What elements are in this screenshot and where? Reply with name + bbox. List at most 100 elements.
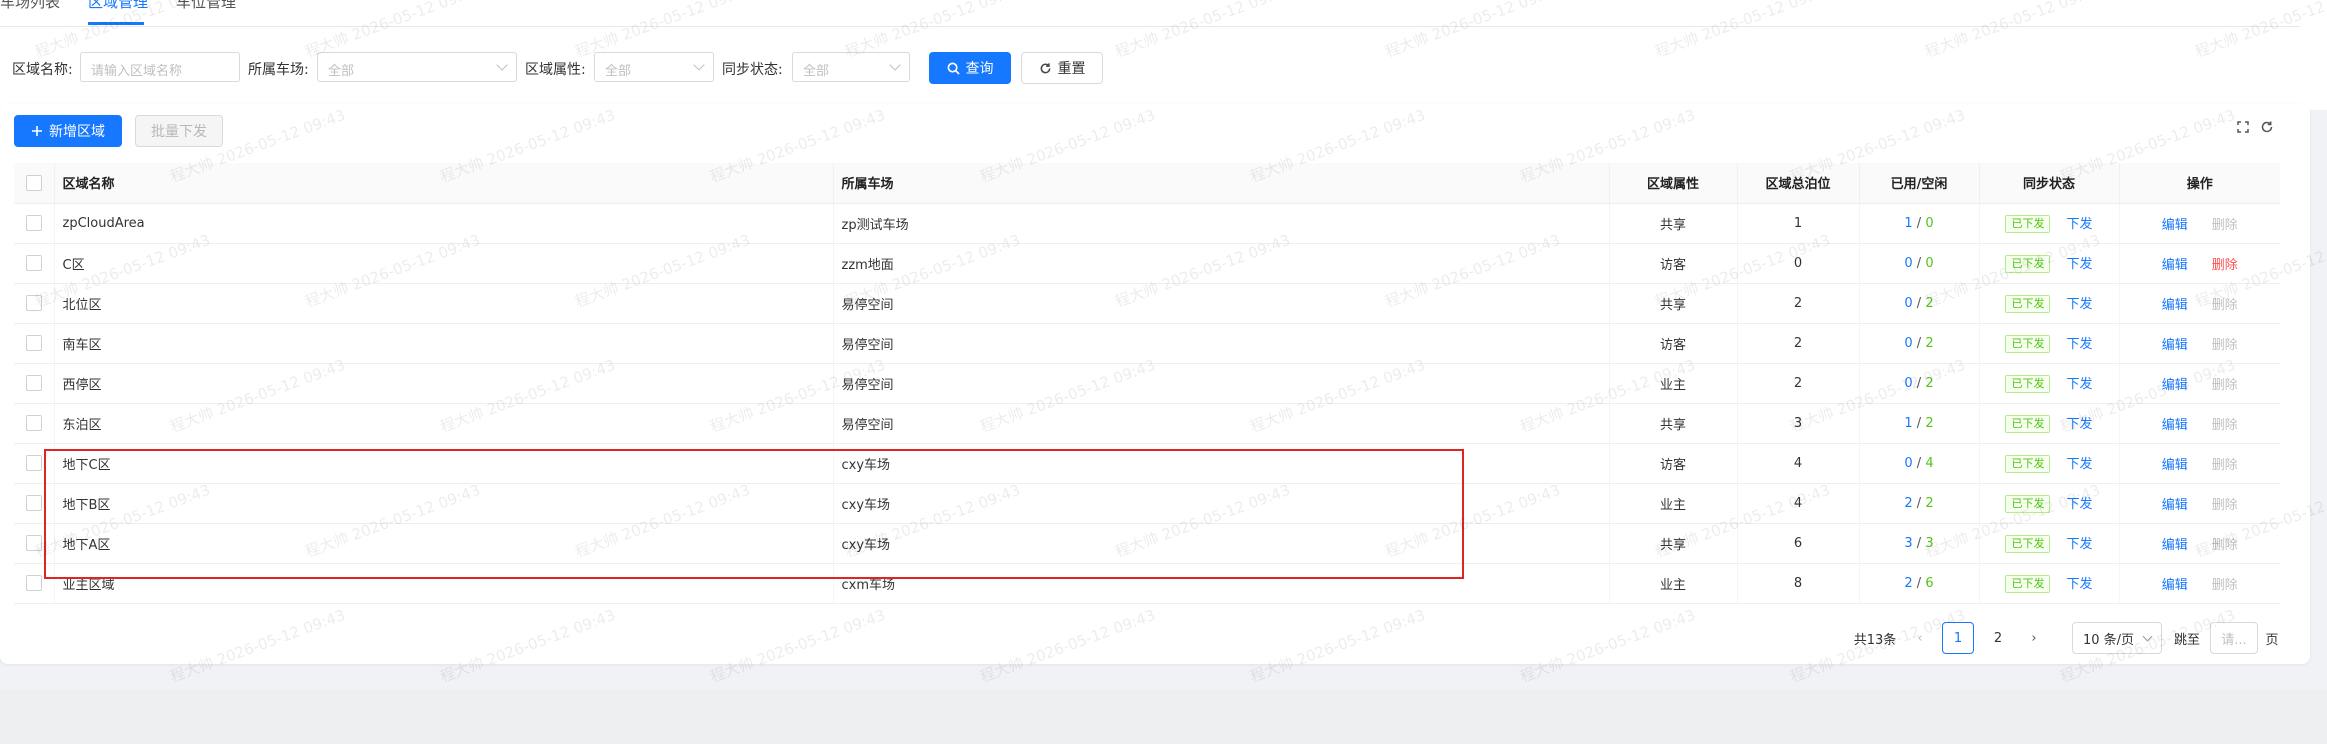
used-free-cell: 0 / 0 [1858,243,1979,284]
used-count: 0 [1904,335,1913,351]
edit-link[interactable]: 编辑 [2162,534,2188,553]
edit-link[interactable]: 编辑 [2162,294,2188,313]
issue-link[interactable]: 下发 [2066,577,2092,592]
row-checkbox-cell[interactable] [14,403,54,444]
delete-link[interactable]: 删除 [2212,254,2238,273]
issue-link[interactable]: 下发 [2066,537,2092,552]
edit-link[interactable]: 编辑 [2162,454,2188,473]
row-checkbox[interactable] [25,415,42,431]
issue-link[interactable]: 下发 [2066,217,2092,232]
used-count: 0 [1904,455,1913,471]
issue-link[interactable]: 下发 [2066,377,2092,392]
tab-area-management[interactable]: 区域管理 [88,0,148,10]
page-1-button[interactable]: 1 [1942,622,1974,654]
row-checkbox-cell[interactable] [14,363,54,404]
row-checkbox[interactable] [25,335,42,351]
edit-link[interactable]: 编辑 [2162,214,2188,233]
used-free-cell: 2 / 6 [1858,563,1979,604]
row-checkbox-cell[interactable] [14,443,54,484]
parking-select[interactable]: 全部 [317,52,517,82]
delete-link[interactable]: 删除 [2212,414,2238,433]
issue-link[interactable]: 下发 [2066,297,2092,312]
row-checkbox[interactable] [25,375,42,391]
row-checkbox-cell[interactable] [14,323,54,364]
sync-select-value: 全部 [803,64,830,79]
row-checkbox[interactable] [25,495,42,511]
delete-link[interactable]: 删除 [2212,374,2238,393]
add-area-label: 新增区域 [49,124,105,140]
free-count: 6 [1925,575,1934,591]
area-attr-cell: 业主 [1608,483,1737,524]
edit-link[interactable]: 编辑 [2162,254,2188,273]
tab-space-management[interactable]: 车位管理 [176,0,236,10]
issue-link[interactable]: 下发 [2066,257,2092,272]
refresh-icon[interactable] [2260,120,2274,134]
delete-link[interactable]: 删除 [2212,334,2238,353]
delete-link[interactable]: 删除 [2212,294,2238,313]
free-count: 2 [1925,375,1934,391]
page-footer-area [0,690,2327,744]
total-spaces-cell: 0 [1736,243,1859,284]
attr-select[interactable]: 全部 [594,52,714,82]
actions-cell: 编辑 删除 [2118,243,2280,284]
row-checkbox[interactable] [25,255,42,271]
delete-link[interactable]: 删除 [2212,534,2238,553]
query-button-label: 查询 [965,61,994,77]
edit-link[interactable]: 编辑 [2162,414,2188,433]
row-checkbox-cell[interactable] [14,523,54,564]
row-checkbox-cell[interactable] [14,203,54,244]
batch-issue-button[interactable]: 批量下发 [135,115,223,147]
total-spaces-cell: 4 [1736,443,1859,484]
add-area-button[interactable]: 新增区域 [14,115,122,147]
row-checkbox[interactable] [25,455,42,471]
delete-link[interactable]: 删除 [2212,494,2238,513]
free-count: 4 [1925,455,1934,471]
page-2-button[interactable]: 2 [1982,622,2014,654]
total-spaces-cell: 6 [1736,523,1859,564]
edit-link[interactable]: 编辑 [2162,334,2188,353]
issue-link[interactable]: 下发 [2066,457,2092,472]
select-all-checkbox-cell[interactable] [14,163,54,204]
select-all-checkbox[interactable] [25,174,42,191]
reset-button[interactable]: 重置 [1021,52,1103,84]
used-free-separator: / [1912,415,1926,431]
edit-link[interactable]: 编辑 [2162,374,2188,393]
area-name-cell: 地下C区 [53,443,833,484]
delete-link[interactable]: 删除 [2212,574,2238,593]
column-header: 所属车场 [832,163,1609,204]
edit-link[interactable]: 编辑 [2162,574,2188,593]
issue-link[interactable]: 下发 [2066,417,2092,432]
jump-page-input[interactable]: 请... [2210,622,2258,654]
column-header: 区域属性 [1608,163,1737,204]
row-checkbox-cell[interactable] [14,283,54,324]
row-checkbox-cell[interactable] [14,483,54,524]
tab-parking-list[interactable]: 车场列表 [0,0,60,10]
issue-link[interactable]: 下发 [2066,337,2092,352]
used-free-cell: 0 / 2 [1858,363,1979,404]
row-checkbox-cell[interactable] [14,563,54,604]
used-free-cell: 0 / 2 [1858,323,1979,364]
row-checkbox[interactable] [25,215,42,231]
table-row: 业主区域 cxm车场 业主 8 2 / 6 已下发 下发 编辑 删除 [14,563,2280,604]
issue-link[interactable]: 下发 [2066,497,2092,512]
status-badge: 已下发 [2005,335,2051,354]
chevron-down-icon [2142,631,2153,642]
delete-link[interactable]: 删除 [2212,454,2238,473]
prev-page-icon[interactable]: ‹ [1908,622,1932,654]
edit-link[interactable]: 编辑 [2162,494,2188,513]
area-name-input[interactable]: 请输入区域名称 [80,52,240,82]
row-checkbox-cell[interactable] [14,243,54,284]
fullscreen-icon[interactable] [2236,120,2250,134]
row-checkbox[interactable] [25,295,42,311]
delete-link[interactable]: 删除 [2212,214,2238,233]
table-row: 地下B区 cxy车场 业主 4 2 / 2 已下发 下发 编辑 删除 [14,483,2280,524]
row-checkbox[interactable] [25,535,42,551]
active-tab-indicator [88,22,144,25]
area-name-cell: 西停区 [53,363,833,404]
sync-select[interactable]: 全部 [792,52,910,82]
next-page-icon[interactable]: › [2022,622,2046,654]
page-size-select[interactable]: 10 条/页 [2072,622,2162,654]
query-button[interactable]: 查询 [929,52,1011,84]
row-checkbox[interactable] [25,575,42,591]
actions-cell: 编辑 删除 [2118,363,2280,404]
